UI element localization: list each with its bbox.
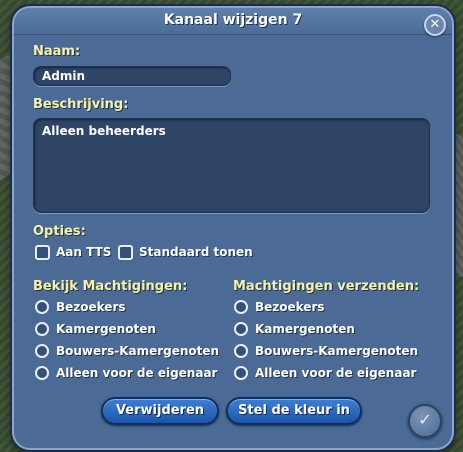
send-option-builders: Bouwers-Kamergenoten xyxy=(255,344,419,358)
show-default-label: Standaard tonen xyxy=(139,245,253,259)
view-option-roommates: Kamergenoten xyxy=(56,322,156,336)
view-radio-builders[interactable] xyxy=(35,344,49,358)
send-option-owner: Alleen voor de eigenaar xyxy=(255,366,417,380)
tts-label: Aan TTS xyxy=(56,245,112,259)
send-radio-roommates[interactable] xyxy=(234,322,248,336)
dialog-title: Kanaal wijzigen 7 xyxy=(163,12,303,28)
view-radio-owner[interactable] xyxy=(35,366,49,380)
delete-button[interactable]: Verwijderen xyxy=(101,397,219,425)
description-textarea[interactable]: Alleen beheerders xyxy=(33,118,430,213)
view-radio-visitors[interactable] xyxy=(35,300,49,314)
view-permissions-label: Bekijk Machtigingen: xyxy=(33,279,188,294)
view-option-owner: Alleen voor de eigenaar xyxy=(56,366,218,380)
checkmark-icon: ✓ xyxy=(418,410,432,429)
tts-checkbox[interactable] xyxy=(35,245,50,260)
show-default-checkbox[interactable] xyxy=(118,245,133,260)
confirm-button[interactable]: ✓ xyxy=(408,404,442,438)
name-label: Naam: xyxy=(33,44,81,59)
close-button[interactable]: ✕ xyxy=(424,14,446,36)
send-permissions-label: Machtigingen verzenden: xyxy=(233,279,420,294)
title-bar[interactable]: Kanaal wijzigen 7 xyxy=(14,8,452,35)
description-label: Beschrijving: xyxy=(33,97,129,112)
edit-channel-dialog: Kanaal wijzigen 7 ✕ Naam: Admin Beschrij… xyxy=(12,6,454,450)
close-icon: ✕ xyxy=(429,17,441,32)
view-option-visitors: Bezoekers xyxy=(56,300,126,314)
options-label: Opties: xyxy=(33,224,86,239)
set-color-button[interactable]: Stel de kleur in xyxy=(226,397,362,425)
send-option-roommates: Kamergenoten xyxy=(255,322,355,336)
send-radio-owner[interactable] xyxy=(234,366,248,380)
send-option-visitors: Bezoekers xyxy=(255,300,325,314)
send-radio-visitors[interactable] xyxy=(234,300,248,314)
view-radio-roommates[interactable] xyxy=(35,322,49,336)
view-option-builders: Bouwers-Kamergenoten xyxy=(56,344,220,358)
send-radio-builders[interactable] xyxy=(234,344,248,358)
name-input[interactable]: Admin xyxy=(33,66,231,86)
